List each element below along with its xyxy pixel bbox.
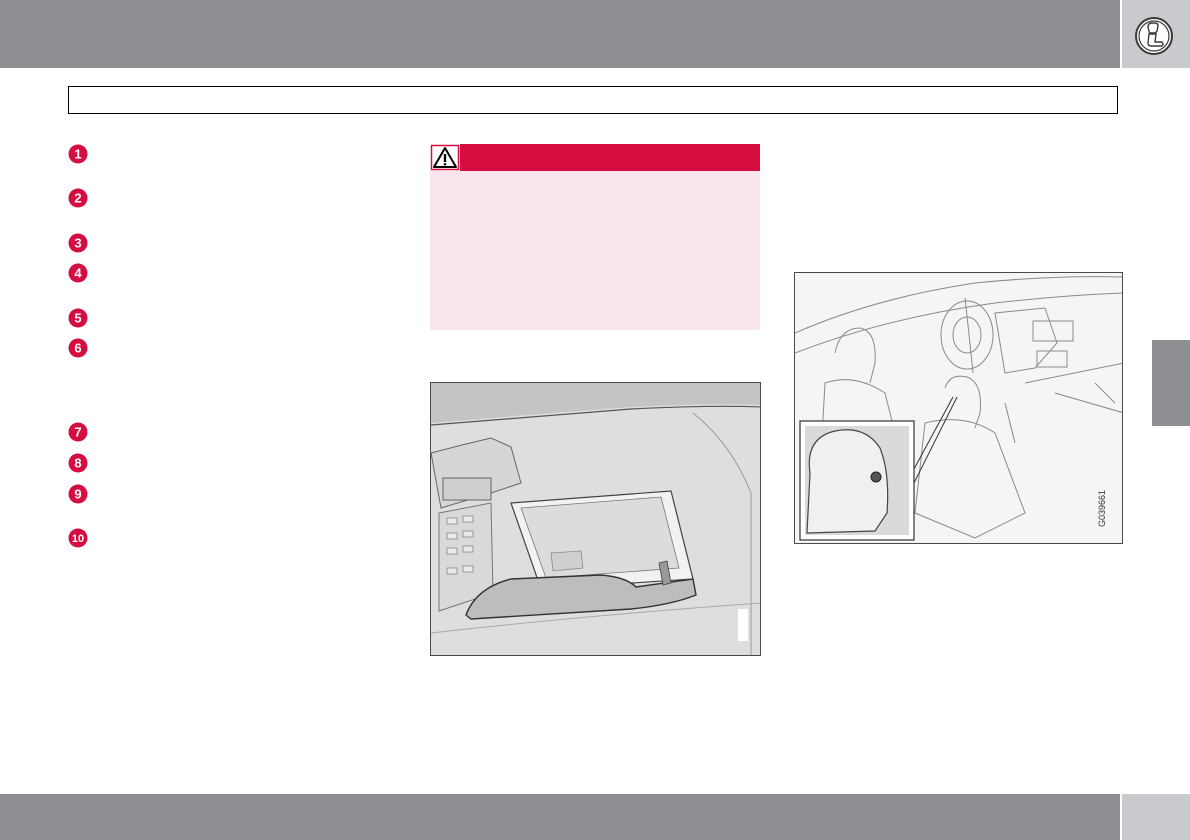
- bottom-footer-bar: [0, 794, 1120, 840]
- number-marker-icon: 2: [68, 188, 88, 208]
- numbered-list: 1 2 3 4 5 6 7 8 9 10: [68, 0, 368, 560]
- number-marker-icon: 5: [68, 308, 88, 328]
- number-marker-icon: 9: [68, 484, 88, 504]
- number-marker-icon: 7: [68, 422, 88, 442]
- warning-triangle-icon: [430, 144, 460, 171]
- warning-header: [430, 144, 760, 171]
- number-marker-label: 7: [74, 425, 81, 440]
- number-marker-icon: 3: [68, 233, 88, 253]
- figure-code: G039661: [1097, 489, 1107, 527]
- number-marker-label: 6: [74, 341, 81, 356]
- number-marker-label: 4: [74, 266, 82, 281]
- number-marker-label: 5: [74, 311, 81, 326]
- chapter-tab: [1122, 0, 1190, 68]
- number-marker-label: 10: [72, 533, 84, 545]
- number-marker-icon: 10: [68, 528, 88, 548]
- page-number-tab: [1122, 794, 1190, 840]
- number-marker-label: 2: [74, 191, 81, 206]
- seat-headrest-icon: [1135, 17, 1173, 55]
- glovebox-illustration: [430, 382, 761, 656]
- number-marker-icon: 8: [68, 453, 88, 473]
- number-marker-label: 8: [74, 456, 81, 471]
- number-marker-label: 1: [74, 147, 81, 162]
- number-marker-icon: 4: [68, 263, 88, 283]
- number-marker-icon: 1: [68, 144, 88, 164]
- number-marker-icon: 6: [68, 338, 88, 358]
- headrest-illustration: G039661: [794, 272, 1123, 544]
- number-marker-label: 3: [74, 236, 81, 251]
- number-marker-label: 9: [74, 487, 81, 502]
- warning-box: [430, 144, 760, 330]
- side-chapter-tab: [1152, 340, 1190, 426]
